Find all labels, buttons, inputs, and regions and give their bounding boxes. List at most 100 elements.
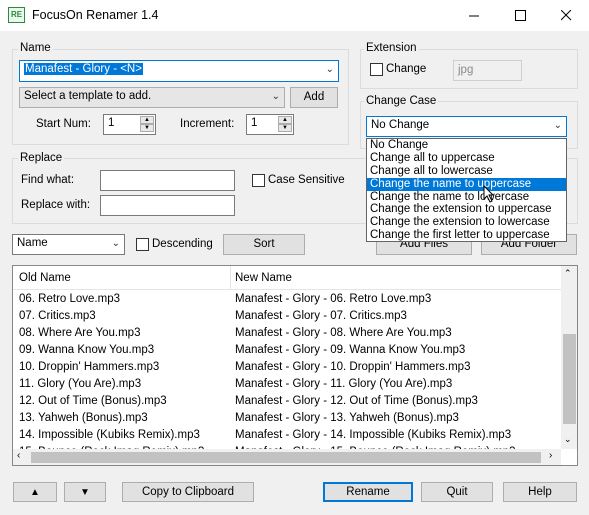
new-name-cell: Manafest - Glory - 14. Impossible (Kubik… — [235, 429, 512, 441]
add-template-button[interactable]: Add — [290, 87, 338, 108]
table-row[interactable]: 09. Wanna Know You.mp3 Manafest - Glory -… — [13, 342, 565, 359]
old-name-cell: 11. Glory (You Are).mp3 — [19, 378, 142, 390]
template-select[interactable]: Select a template to add. ⌄ — [19, 87, 285, 108]
app-icon: RE — [8, 7, 25, 23]
change-case-option[interactable]: No Change — [367, 139, 566, 152]
new-name-cell: Manafest - Glory - 12. Out of Time (Bonu… — [235, 395, 478, 407]
old-name-cell: 07. Critics.mp3 — [19, 310, 96, 322]
descending-label: Descending — [152, 238, 213, 250]
start-num-label: Start Num: — [36, 118, 91, 130]
extension-change-label: Change — [386, 63, 427, 75]
change-case-select[interactable]: No Change ⌄ — [366, 116, 567, 137]
extension-field[interactable]: jpg — [453, 60, 522, 81]
change-case-option[interactable]: Change all to lowercase — [367, 165, 566, 178]
down-arrow-icon[interactable]: ▼ — [140, 124, 154, 132]
maximize-icon — [514, 10, 526, 21]
list-header: Old Name New Name — [13, 266, 565, 290]
scroll-right-icon[interactable]: › — [549, 450, 552, 461]
rename-button[interactable]: Rename — [323, 482, 413, 502]
change-case-option[interactable]: Change the name to lowercase — [367, 191, 566, 204]
table-row[interactable]: 10. Droppin' Hammers.mp3 Manafest - Glory… — [13, 359, 565, 376]
column-new-name[interactable]: New Name — [235, 272, 292, 284]
sort-by-select[interactable]: Name ⌄ — [12, 234, 125, 255]
new-name-cell: Manafest - Glory - 11. Glory (You Are).m… — [235, 378, 453, 390]
change-case-group-label: Change Case — [364, 95, 439, 107]
move-down-button[interactable]: ▼ — [64, 482, 106, 502]
copy-to-clipboard-button[interactable]: Copy to Clipboard — [122, 482, 254, 502]
increment-label: Increment: — [180, 118, 235, 130]
change-case-option[interactable]: Change the name to uppercase — [367, 177, 566, 191]
scroll-up-icon[interactable]: ⌃ — [564, 268, 572, 279]
change-case-option[interactable]: Change the extension to uppercase — [367, 203, 566, 216]
up-arrow-icon[interactable]: ▲ — [278, 116, 292, 124]
horizontal-scroll-thumb[interactable] — [31, 452, 541, 463]
new-name-cell: Manafest - Glory - 10. Droppin' Hammers.… — [235, 361, 471, 373]
vertical-scrollbar[interactable]: ⌃ ⌄ — [561, 266, 577, 449]
chevron-down-icon[interactable]: ⌄ — [326, 64, 334, 75]
sort-by-value: Name — [17, 237, 48, 249]
old-name-cell: 10. Droppin' Hammers.mp3 — [19, 361, 160, 373]
table-row[interactable]: 11. Glory (You Are).mp3 Manafest - Glory … — [13, 376, 565, 393]
mouse-cursor-icon — [483, 185, 495, 203]
table-row[interactable]: 07. Critics.mp3 Manafest - Glory - 07. Cr… — [13, 308, 565, 325]
extension-change-checkbox[interactable] — [370, 63, 383, 76]
window-title: FocusOn Renamer 1.4 — [32, 8, 159, 22]
table-row[interactable]: 06. Retro Love.mp3 Manafest - Glory - 06.… — [13, 291, 565, 308]
find-what-label: Find what: — [21, 174, 75, 186]
new-name-cell: Manafest - Glory - 13. Yahweh (Bonus).mp… — [235, 412, 459, 424]
move-up-button[interactable]: ▲ — [13, 482, 57, 502]
change-case-dropdown-list[interactable]: No Change Change all to uppercase Change a… — [366, 138, 567, 242]
increment-stepper[interactable]: 1 ▲ ▼ — [246, 114, 294, 135]
change-case-option[interactable]: Change all to uppercase — [367, 152, 566, 165]
title-bar: RE FocusOn Renamer 1.4 — [0, 0, 589, 31]
quit-button[interactable]: Quit — [421, 482, 493, 502]
change-case-value: No Change — [371, 119, 430, 131]
down-arrow-icon[interactable]: ▼ — [278, 124, 292, 132]
scroll-down-icon[interactable]: ⌄ — [564, 434, 572, 445]
table-row[interactable]: 12. Out of Time (Bonus).mp3 Manafest - Gl… — [13, 393, 565, 410]
chevron-down-icon[interactable]: ⌄ — [554, 120, 562, 131]
minimize-button[interactable] — [451, 0, 497, 31]
find-what-field[interactable] — [100, 170, 235, 191]
start-num-stepper[interactable]: 1 ▲ ▼ — [103, 114, 156, 135]
column-divider[interactable] — [230, 266, 231, 290]
close-icon — [560, 10, 571, 21]
vertical-scroll-thumb[interactable] — [563, 334, 576, 424]
change-case-option[interactable]: Change the extension to lowercase — [367, 216, 566, 229]
table-row[interactable]: 08. Where Are You.mp3 Manafest - Glory - … — [13, 325, 565, 342]
table-row[interactable]: 13. Yahweh (Bonus).mp3 Manafest - Glory -… — [13, 410, 565, 427]
sort-button[interactable]: Sort — [223, 234, 305, 255]
old-name-cell: 06. Retro Love.mp3 — [19, 293, 121, 305]
chevron-down-icon[interactable]: ⌄ — [112, 238, 120, 249]
case-sensitive-checkbox[interactable] — [252, 174, 265, 187]
name-pattern-input[interactable]: Manafest - Glory - <N> ⌄ — [19, 60, 339, 82]
new-name-cell: Manafest - Glory - 08. Where Are You.mp3 — [235, 327, 452, 339]
close-button[interactable] — [543, 0, 589, 31]
old-name-cell: 13. Yahweh (Bonus).mp3 — [19, 412, 148, 424]
old-name-cell: 12. Out of Time (Bonus).mp3 — [19, 395, 167, 407]
extension-group-label: Extension — [364, 42, 419, 54]
scroll-left-icon[interactable]: ‹ — [17, 450, 20, 461]
maximize-button[interactable] — [497, 0, 543, 31]
horizontal-scrollbar[interactable]: ‹ › — [13, 449, 561, 465]
chevron-down-icon[interactable]: ⌄ — [272, 91, 280, 102]
up-arrow-icon[interactable]: ▲ — [140, 116, 154, 124]
change-case-option[interactable]: Change the first letter to uppercase — [367, 229, 566, 242]
replace-with-field[interactable] — [100, 195, 235, 216]
file-list[interactable]: Old Name New Name 06. Retro Love.mp3 Mana… — [12, 265, 578, 466]
help-button[interactable]: Help — [503, 482, 577, 502]
old-name-cell: 09. Wanna Know You.mp3 — [19, 344, 155, 356]
replace-group-label: Replace — [18, 152, 65, 164]
descending-checkbox[interactable] — [136, 238, 149, 251]
name-pattern-value: Manafest - Glory - <N> — [24, 63, 143, 75]
column-old-name[interactable]: Old Name — [19, 272, 71, 284]
minimize-icon — [468, 15, 479, 17]
list-rows: 06. Retro Love.mp3 Manafest - Glory - 06.… — [13, 291, 565, 461]
new-name-cell: Manafest - Glory - 09. Wanna Know You.mp… — [235, 344, 466, 356]
old-name-cell: 08. Where Are You.mp3 — [19, 327, 141, 339]
case-sensitive-label: Case Sensitive — [268, 174, 345, 186]
new-name-cell: Manafest - Glory - 07. Critics.mp3 — [235, 310, 407, 322]
table-row[interactable]: 14. Impossible (Kubiks Remix).mp3 Manafes… — [13, 427, 565, 444]
replace-with-label: Replace with: — [21, 199, 91, 211]
increment-value: 1 — [251, 117, 258, 129]
